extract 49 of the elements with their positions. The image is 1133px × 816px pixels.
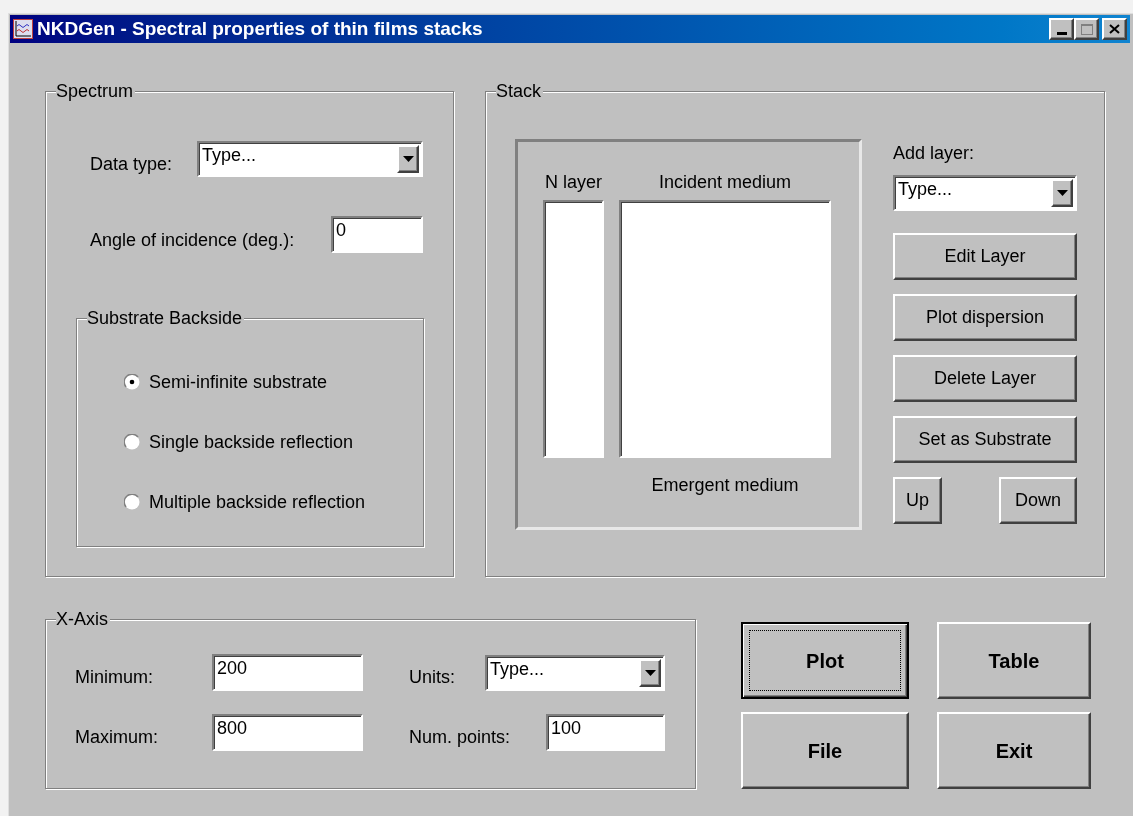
dropdown-arrow-button[interactable] (1051, 179, 1073, 207)
column-label: Emergent medium (651, 474, 799, 496)
caret-icon (402, 156, 414, 162)
layer-list[interactable] (619, 200, 831, 458)
radio-button[interactable] (124, 434, 140, 450)
close-icon (1109, 24, 1120, 34)
column-label: N layer (545, 171, 602, 193)
radio-label: Single backside reflection (149, 430, 354, 454)
input-field[interactable]: 0 (331, 216, 423, 253)
caret-icon (1056, 190, 1068, 196)
field-label: Minimum: (75, 665, 154, 688)
radio-button[interactable] (124, 494, 140, 510)
minimize-icon (1056, 32, 1067, 35)
maximize-button[interactable] (1074, 18, 1099, 40)
action-button[interactable]: Exit (937, 712, 1091, 789)
field-label: Data type: (90, 153, 174, 175)
layer-number-list[interactable] (543, 200, 604, 458)
dropdown[interactable]: Type... (197, 141, 423, 177)
column-label: Incident medium (658, 171, 792, 193)
dialog-button[interactable]: Down (999, 477, 1077, 524)
field-label: Add layer: (893, 142, 976, 164)
action-button[interactable]: File (741, 712, 909, 789)
caret-icon (644, 669, 656, 676)
dropdown[interactable]: Type... (893, 175, 1077, 211)
dialog-button[interactable]: Delete Layer (893, 355, 1077, 402)
input-field[interactable]: 200 (212, 654, 363, 691)
app-chart-icon (13, 19, 33, 39)
dropdown-arrow-button[interactable] (639, 658, 661, 687)
field-label: Angle of incidence (deg.): (90, 228, 296, 251)
field-label: Num. points: (409, 725, 512, 748)
radio-label: Semi-infinite substrate (149, 370, 328, 394)
input-field[interactable]: 100 (546, 714, 665, 751)
minimize-button[interactable] (1049, 18, 1074, 40)
radio-button[interactable] (124, 374, 140, 390)
dialog-button[interactable]: Up (893, 477, 942, 524)
close-button[interactable] (1102, 18, 1127, 40)
input-field[interactable]: 800 (212, 714, 363, 751)
dropdown[interactable]: Type... (485, 654, 665, 691)
radio-label: Multiple backside reflection (149, 490, 366, 514)
maximize-icon (1080, 23, 1093, 35)
field-label: Maximum: (75, 725, 159, 748)
dialog-button[interactable]: Edit Layer (893, 233, 1077, 280)
action-button[interactable]: Table (937, 622, 1091, 699)
action-button[interactable]: Plot (741, 622, 909, 699)
field-label: Units: (409, 665, 456, 688)
window-title: NKDGen - Spectral properties of thin films stacks (37, 16, 483, 41)
dialog-button[interactable]: Plot dispersion (893, 294, 1077, 341)
dropdown-arrow-button[interactable] (397, 145, 419, 173)
dialog-button[interactable]: Set as Substrate (893, 416, 1077, 463)
